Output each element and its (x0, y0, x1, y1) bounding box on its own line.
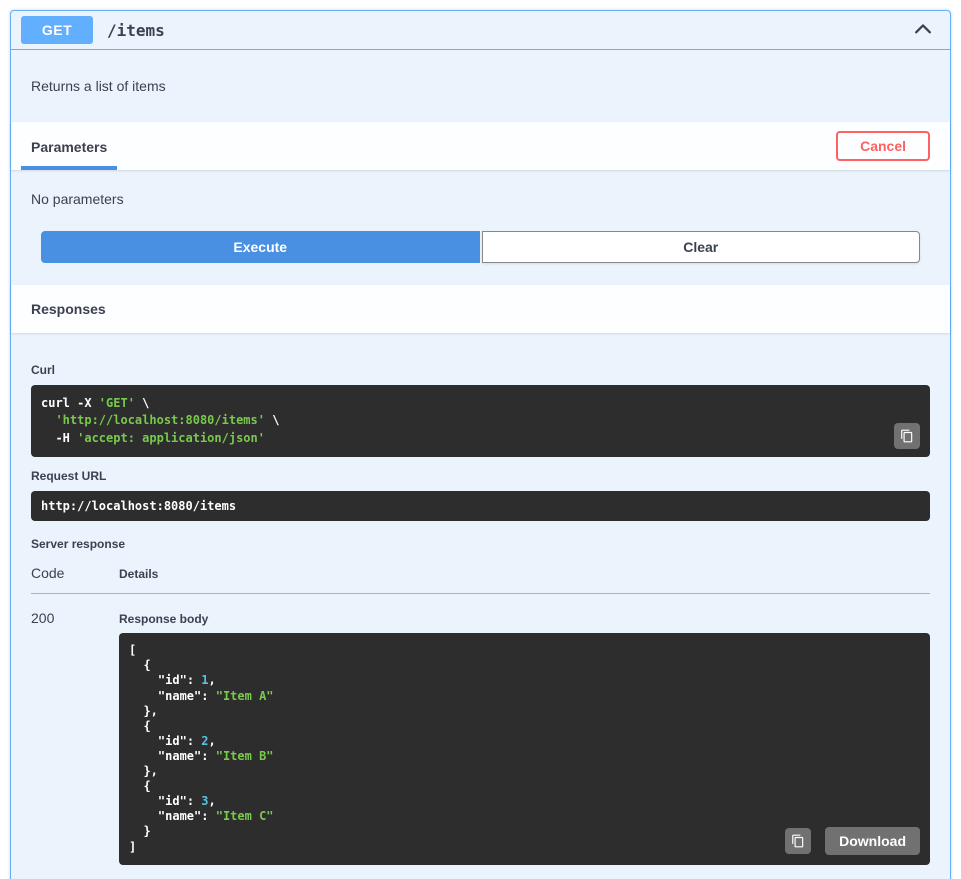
responses-section-title: Responses (31, 301, 106, 317)
curl-label: Curl (31, 363, 930, 377)
responses-section-header: Responses (11, 285, 950, 333)
operation-summary[interactable]: GET /items (11, 11, 950, 50)
server-response-label: Server response (31, 537, 930, 551)
responses-table: Code Details 200 Response body [ { "id":… (31, 555, 930, 865)
no-parameters-text: No parameters (11, 170, 950, 207)
execute-button[interactable]: Execute (41, 231, 480, 263)
collapse-button[interactable] (908, 17, 938, 43)
clear-button[interactable]: Clear (482, 231, 921, 263)
operation-block-get-items: GET /items Returns a list of items Param… (10, 10, 951, 879)
execute-wrapper: Execute Clear (11, 207, 950, 285)
operation-description: Returns a list of items (11, 50, 950, 122)
parameters-section-header: Parameters Cancel (11, 122, 950, 170)
curl-command-text: curl -X 'GET' \ 'http://localhost:8080/i… (41, 395, 920, 447)
tab-parameters[interactable]: Parameters (21, 123, 117, 170)
curl-command-block: curl -X 'GET' \ 'http://localhost:8080/i… (31, 385, 930, 457)
responses-table-header-row: Code Details (31, 555, 930, 594)
tab-parameters-label: Parameters (31, 139, 107, 155)
responses-content: Curl curl -X 'GET' \ 'http://localhost:8… (11, 333, 950, 879)
copy-curl-button[interactable] (894, 423, 920, 449)
response-details-cell: Response body [ { "id": 1, "name": "Item… (119, 594, 930, 865)
response-body-actions: Download (785, 827, 920, 855)
code-column-header: Code (31, 555, 119, 594)
response-status-code: 200 (31, 594, 119, 865)
download-button[interactable]: Download (825, 827, 920, 855)
details-column-header: Details (119, 555, 930, 594)
response-body-block: [ { "id": 1, "name": "Item A" }, { "id":… (119, 633, 930, 865)
clipboard-icon (900, 429, 914, 443)
response-body-label: Response body (119, 612, 930, 626)
chevron-up-icon (912, 19, 934, 41)
cancel-button[interactable]: Cancel (836, 131, 930, 161)
method-badge: GET (21, 16, 93, 44)
response-row: 200 Response body [ { "id": 1, "name": "… (31, 594, 930, 865)
request-url-block: http://localhost:8080/items (31, 491, 930, 521)
response-body-text: [ { "id": 1, "name": "Item A" }, { "id":… (129, 643, 920, 855)
request-url-label: Request URL (31, 469, 930, 483)
copy-response-button[interactable] (785, 828, 811, 854)
clipboard-icon (791, 834, 805, 848)
request-url-text: http://localhost:8080/items (41, 499, 920, 513)
operation-body: Returns a list of items Parameters Cance… (11, 50, 950, 879)
operation-path: /items (107, 21, 165, 40)
